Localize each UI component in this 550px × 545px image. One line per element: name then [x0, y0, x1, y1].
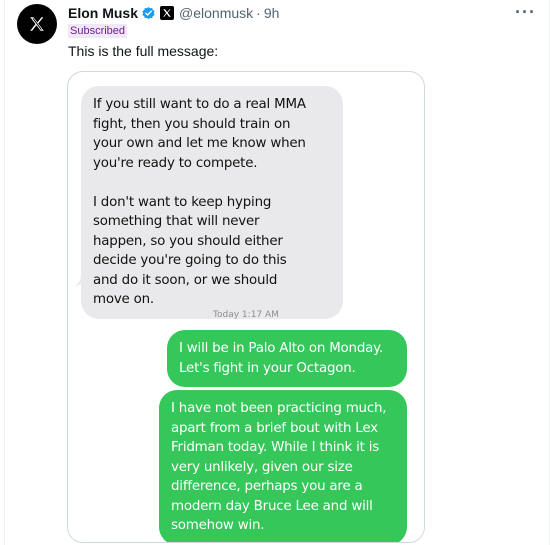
separator-dot: · — [256, 5, 261, 21]
verified-badge-icon[interactable] — [141, 6, 156, 21]
message-timestamp: Today 1:17 AM — [213, 310, 279, 320]
tweet-time[interactable]: 9h — [264, 5, 280, 21]
subscribed-badge: Subscribed — [68, 24, 128, 38]
sent-message-bubble-1: I will be in Palo Alto on Monday. Let's … — [167, 330, 407, 387]
author-handle[interactable]: @elonmusk — [179, 5, 253, 21]
sent-message-bubble-2: I have not been practicing much, apart f… — [159, 390, 407, 542]
x-affiliate-badge-icon[interactable] — [160, 6, 175, 20]
avatar[interactable] — [17, 4, 57, 44]
sent-bubble-tail-1 — [376, 367, 390, 379]
x-logo-avatar-icon — [30, 17, 44, 31]
sent-bubble-tail-2 — [376, 520, 390, 532]
received-bubble-tail — [73, 275, 87, 287]
author-name[interactable]: Elon Musk — [68, 5, 138, 21]
left-divider — [4, 0, 5, 545]
tweet-header: Elon Musk @elonmusk · 9h — [68, 4, 279, 22]
tweet-text: This is the full message: — [68, 43, 219, 59]
tweet-media-image[interactable]: If you still want to do a real MMA fight… — [67, 71, 425, 543]
received-message-bubble: If you still want to do a real MMA fight… — [81, 86, 343, 319]
more-options-icon[interactable]: ··· — [515, 2, 536, 23]
